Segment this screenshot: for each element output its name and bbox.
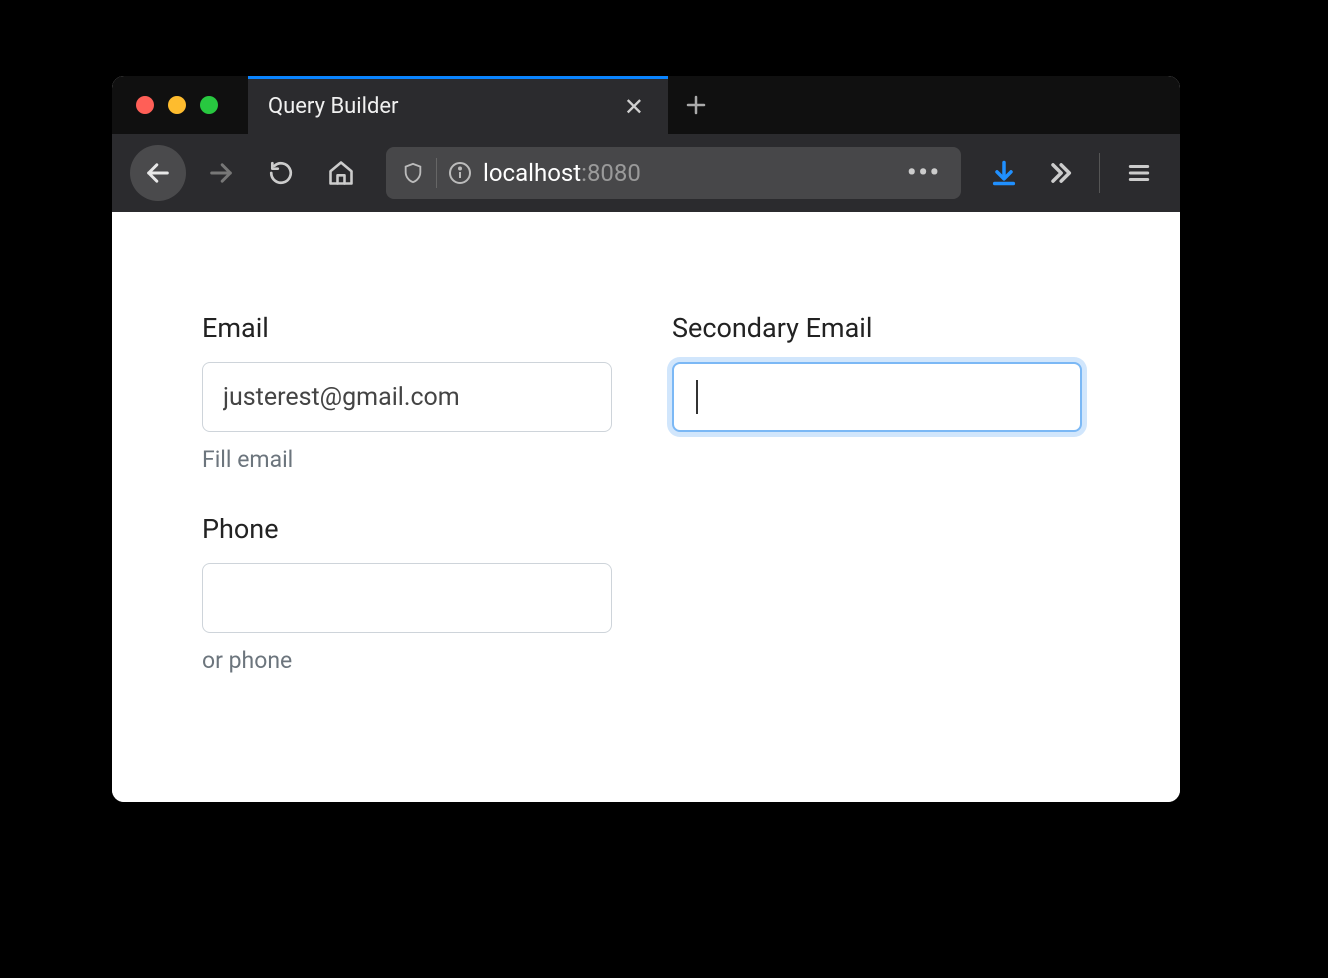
forward-button[interactable] — [196, 148, 246, 198]
download-icon — [990, 159, 1018, 187]
downloads-button[interactable] — [981, 150, 1027, 196]
shield-icon[interactable] — [400, 160, 426, 186]
url-port: :8080 — [581, 159, 641, 187]
right-column: Secondary Email — [672, 312, 1082, 742]
browser-tab-active[interactable]: Query Builder ✕ — [248, 76, 668, 134]
minimize-window-button[interactable] — [168, 96, 186, 114]
phone-field-group: Phone or phone — [202, 513, 612, 674]
menu-button[interactable] — [1116, 150, 1162, 196]
home-button[interactable] — [316, 148, 366, 198]
secondary-email-field-group: Secondary Email — [672, 312, 1082, 432]
email-field-group: Email Fill email — [202, 312, 612, 473]
page-actions-icon[interactable]: ••• — [901, 158, 947, 188]
divider — [1099, 153, 1100, 193]
chevron-double-right-icon — [1046, 159, 1074, 187]
overflow-button[interactable] — [1037, 150, 1083, 196]
divider — [436, 158, 437, 188]
tab-title: Query Builder — [268, 94, 620, 119]
email-hint: Fill email — [202, 446, 612, 473]
phone-input[interactable] — [202, 563, 612, 633]
toolbar: localhost:8080 ••• — [112, 134, 1180, 212]
reload-button[interactable] — [256, 148, 306, 198]
phone-label: Phone — [202, 513, 612, 545]
close-tab-icon[interactable]: ✕ — [620, 93, 648, 121]
maximize-window-button[interactable] — [200, 96, 218, 114]
secondary-email-input[interactable] — [672, 362, 1082, 432]
new-tab-button[interactable] — [668, 76, 724, 134]
url-host: localhost — [483, 159, 581, 187]
url-text[interactable]: localhost:8080 — [483, 159, 891, 187]
arrow-left-icon — [144, 159, 172, 187]
window-controls — [112, 76, 248, 134]
left-column: Email Fill email Phone or phone — [202, 312, 612, 742]
email-input[interactable] — [202, 362, 612, 432]
plus-icon — [684, 93, 708, 117]
email-label: Email — [202, 312, 612, 344]
browser-window: Query Builder ✕ localho — [112, 76, 1180, 802]
info-icon[interactable] — [447, 160, 473, 186]
page-content: Email Fill email Phone or phone Secondar… — [112, 212, 1180, 802]
close-window-button[interactable] — [136, 96, 154, 114]
titlebar: Query Builder ✕ — [112, 76, 1180, 134]
reload-icon — [268, 160, 294, 186]
secondary-email-label: Secondary Email — [672, 312, 1082, 344]
phone-hint: or phone — [202, 647, 612, 674]
arrow-right-icon — [207, 159, 235, 187]
back-button[interactable] — [130, 145, 186, 201]
hamburger-icon — [1126, 160, 1152, 186]
home-icon — [327, 159, 355, 187]
text-cursor — [696, 380, 698, 414]
address-bar[interactable]: localhost:8080 ••• — [386, 147, 961, 199]
